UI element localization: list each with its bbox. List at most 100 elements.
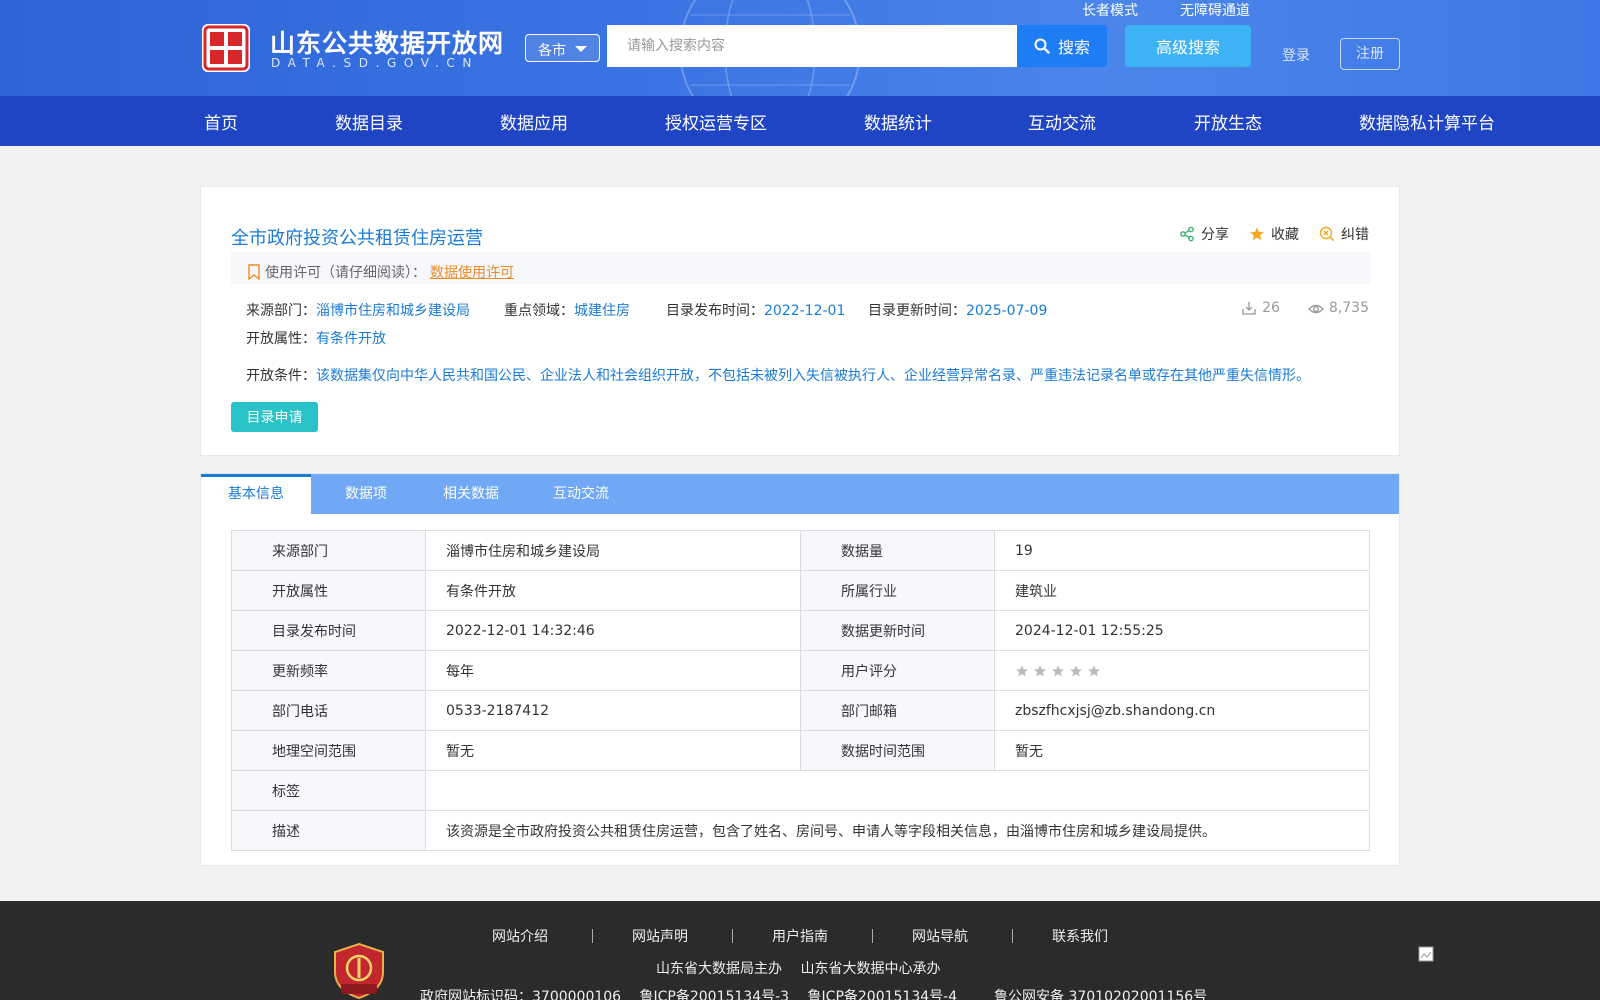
table-key-cell: 部门电话 (231, 690, 426, 731)
tags-label-cell: 标签 (231, 770, 426, 811)
tab-related-data[interactable]: 相关数据 (421, 474, 521, 514)
party-government-badge-icon[interactable] (333, 942, 385, 1000)
advanced-search-button[interactable]: 高级搜索 (1125, 25, 1251, 67)
table-value-cell: 建筑业 (994, 570, 1370, 611)
table-key-cell: 所属行业 (800, 570, 995, 611)
table-key-cell: 数据量 (800, 530, 995, 571)
meta-update-value: 2025-07-09 (966, 303, 1048, 319)
meta-field-label: 重点领域： (504, 303, 574, 319)
nav-item-authorized-ops[interactable]: 授权运营专区 (665, 109, 767, 134)
table-key-cell: 开放属性 (231, 570, 426, 611)
table-key-cell: 来源部门 (231, 530, 426, 571)
footer-link-statement[interactable]: 网站声明 (632, 926, 688, 946)
meta-open-condition-value: 该数据集仅向中华人民共和国公民、企业法人和社会组织开放，不包括未被列入失信被执行… (316, 368, 1310, 384)
download-count: 26 (1241, 300, 1280, 316)
catalog-apply-button[interactable]: 目录申请 (231, 402, 318, 432)
footer-separator (592, 929, 593, 943)
footer-link-contact[interactable]: 联系我们 (1052, 926, 1108, 946)
login-link[interactable]: 登录 (1282, 45, 1310, 65)
nav-item-privacy-computing[interactable]: 数据隐私计算平台 (1359, 109, 1495, 134)
meta-source-value[interactable]: 淄博市住房和城乡建设局 (316, 303, 470, 319)
chevron-down-icon (575, 46, 587, 52)
tags-value-cell (425, 770, 1370, 811)
broken-image-icon (1418, 946, 1434, 962)
favorite-button[interactable]: 收藏 (1249, 224, 1299, 244)
info-tabs: 基本信息 数据项 相关数据 互动交流 (201, 474, 1399, 514)
table-value-cell: zbszfhcxjsj@zb.shandong.cn (994, 690, 1370, 731)
dataset-actions: 分享 收藏 纠错 (1179, 224, 1369, 244)
basic-info-table: 来源部门 淄博市住房和城乡建设局 数据量 19 开放属性 有条件开放 所属行业 建筑业 目录发布… (231, 530, 1370, 851)
report-error-button[interactable]: 纠错 (1319, 224, 1369, 244)
elder-mode-link[interactable]: 长者模式 (1082, 0, 1138, 20)
nav-item-ecosystem[interactable]: 开放生态 (1194, 109, 1262, 134)
star-icon[interactable] (1051, 664, 1065, 678)
meta-source-label: 来源部门： (246, 303, 316, 319)
view-count-value: 8,735 (1328, 300, 1369, 316)
meta-update-label: 目录更新时间： (868, 303, 966, 319)
share-label: 分享 (1201, 227, 1229, 243)
meta-open-attr: 开放属性：有条件开放 (246, 328, 386, 348)
table-row: 标签 (231, 770, 1370, 811)
description-label-cell: 描述 (231, 810, 426, 851)
site-logo-icon[interactable] (200, 22, 252, 74)
nav-item-interaction[interactable]: 互动交流 (1028, 109, 1096, 134)
footer-link-guide[interactable]: 用户指南 (772, 926, 828, 946)
meta-update: 目录更新时间：2025-07-09 (868, 300, 1047, 320)
description-value-cell: 该资源是全市政府投资公共租赁住房运营，包含了姓名、房间号、申请人等字段相关信息，… (425, 810, 1370, 851)
meta-field-value[interactable]: 城建住房 (574, 303, 630, 319)
table-value-cell: 19 (994, 530, 1370, 571)
table-value-cell: 暂无 (425, 730, 801, 771)
meta-open-condition: 开放条件：该数据集仅向中华人民共和国公民、企业法人和社会组织开放，不包括未被列入… (246, 365, 1310, 385)
dataset-stats: 26 8,735 (1241, 300, 1369, 316)
accessibility-link[interactable]: 无障碍通道 (1180, 0, 1250, 20)
license-prefix: 使用许可（请仔细阅读）： (265, 264, 426, 281)
table-value-cell: 淄博市住房和城乡建设局 (425, 530, 801, 571)
table-key-cell: 用户评分 (800, 650, 995, 691)
table-value-cell: 有条件开放 (425, 570, 801, 611)
star-icon[interactable] (1033, 664, 1047, 678)
meta-open-condition-label: 开放条件： (246, 368, 316, 384)
table-value-cell (994, 650, 1370, 691)
star-icon[interactable] (1015, 664, 1029, 678)
table-key-cell: 数据更新时间 (800, 610, 995, 651)
search-button-label: 搜索 (1057, 40, 1090, 57)
license-link[interactable]: 数据使用许可 (430, 262, 514, 282)
table-value-cell: 每年 (425, 650, 801, 691)
eye-icon (1307, 304, 1324, 314)
error-report-icon (1319, 226, 1335, 242)
footer-link-about[interactable]: 网站介绍 (492, 926, 548, 946)
footer-separator (872, 929, 873, 943)
brand-url: DATA.SD.GOV.CN (271, 56, 479, 70)
favorite-label: 收藏 (1271, 227, 1299, 243)
footer-sponsor: 山东省大数据局主办 山东省大数据中心承办 (656, 961, 941, 977)
meta-field: 重点领域：城建住房 (504, 300, 630, 320)
rating-stars[interactable] (1015, 664, 1349, 678)
footer-registration: 政府网站标识码：3700000106 鲁ICP备20015134号-3 鲁ICP… (420, 989, 1208, 1000)
view-count: 8,735 (1307, 300, 1369, 316)
table-row: 来源部门 淄博市住房和城乡建设局 数据量 19 (231, 530, 1370, 571)
dataset-title: 全市政府投资公共租赁住房运营 (231, 228, 483, 249)
bookmark-icon (248, 263, 260, 280)
report-error-label: 纠错 (1341, 227, 1369, 243)
table-key-cell: 数据时间范围 (800, 730, 995, 771)
search-input[interactable] (607, 25, 1018, 67)
footer-separator (1012, 929, 1013, 943)
nav-item-catalog[interactable]: 数据目录 (335, 109, 403, 134)
register-button[interactable]: 注册 (1340, 38, 1400, 70)
share-button[interactable]: 分享 (1179, 224, 1229, 244)
star-icon[interactable] (1087, 664, 1101, 678)
search-button[interactable]: 搜索 (1017, 25, 1107, 67)
footer-link-sitemap[interactable]: 网站导航 (912, 926, 968, 946)
nav-item-home[interactable]: 首页 (204, 109, 238, 134)
tab-interaction[interactable]: 互动交流 (521, 474, 641, 514)
nav-item-apps[interactable]: 数据应用 (500, 109, 568, 134)
table-row: 描述 该资源是全市政府投资公共租赁住房运营，包含了姓名、房间号、申请人等字段相关信… (231, 810, 1370, 851)
star-icon[interactable] (1069, 664, 1083, 678)
tab-basic-info[interactable]: 基本信息 (201, 474, 311, 514)
share-icon (1180, 226, 1194, 242)
tab-data-items[interactable]: 数据项 (311, 474, 421, 514)
brand-name: 山东公共数据开放网 (270, 29, 505, 58)
city-select[interactable]: 各市 (525, 34, 600, 62)
nav-item-statistics[interactable]: 数据统计 (864, 109, 932, 134)
search-icon (1034, 38, 1050, 54)
